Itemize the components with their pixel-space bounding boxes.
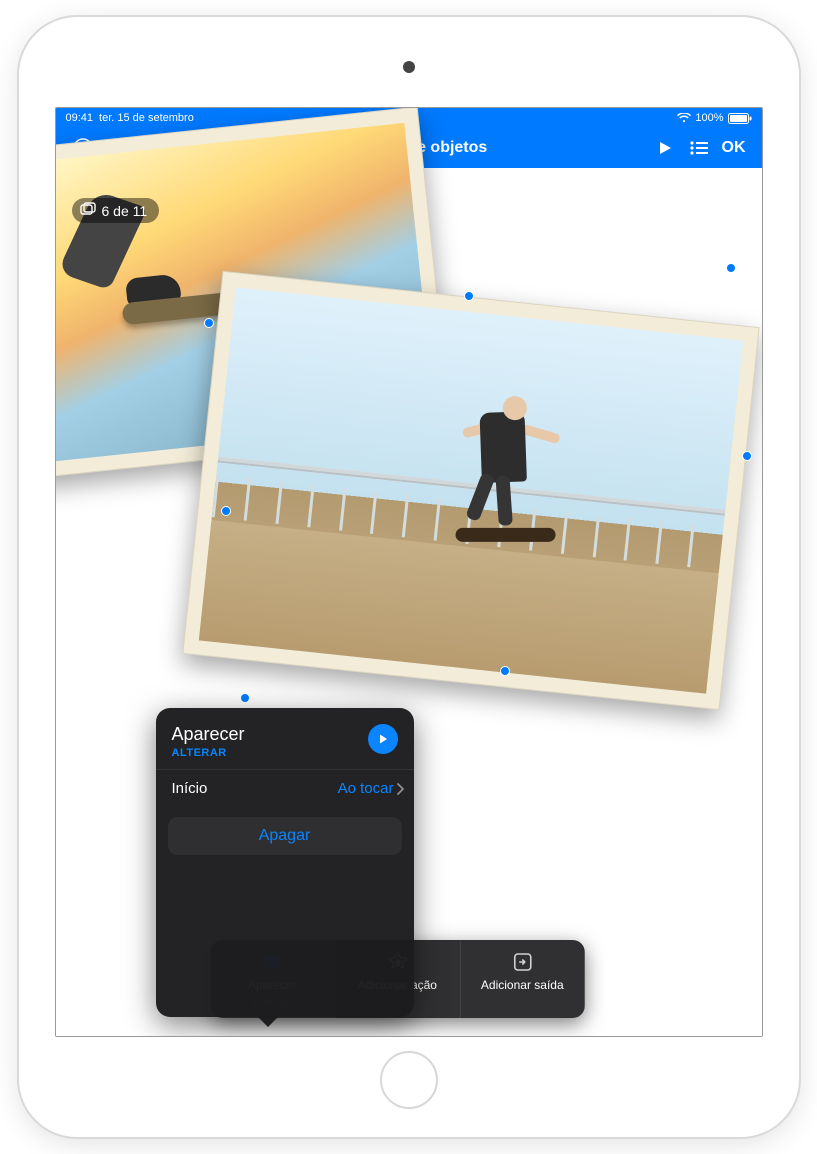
start-label: Início [172, 780, 208, 797]
selection-handle[interactable] [500, 666, 510, 676]
selection-handle[interactable] [762, 638, 763, 648]
done-button[interactable]: OK [716, 139, 752, 157]
slide-counter-label: 6 de 11 [102, 203, 148, 219]
selection-handle[interactable] [464, 291, 474, 301]
photo-object-2-selected[interactable] [182, 271, 759, 710]
build-order-button[interactable] [682, 131, 716, 165]
battery-percent: 100% [695, 112, 723, 124]
preview-play-button[interactable] [368, 724, 398, 754]
ipad-frame: 09:41 ter. 15 de setembro 100% Animar di… [19, 17, 799, 1137]
slide-canvas[interactable]: 6 de 11 [56, 168, 762, 1036]
selection-handle[interactable] [742, 451, 752, 461]
status-time: 09:41 [66, 112, 94, 124]
selection-handle[interactable] [240, 693, 250, 703]
slide-counter-badge[interactable]: 6 de 11 [72, 198, 160, 223]
start-value: Ao tocar [338, 780, 394, 797]
selection-handle[interactable] [204, 318, 214, 328]
battery-icon [728, 113, 752, 124]
start-row[interactable]: Início Ao tocar [156, 769, 414, 807]
effect-name-label: Aparecer [172, 724, 245, 745]
home-button[interactable] [380, 1051, 438, 1109]
build-out-icon [510, 950, 534, 974]
device-camera [403, 61, 415, 73]
delete-build-button[interactable]: Apagar [168, 817, 402, 855]
play-button[interactable] [648, 131, 682, 165]
selection-handle[interactable] [726, 263, 736, 273]
add-build-out-button[interactable]: Adicionar saída [460, 940, 584, 1018]
add-build-out-label: Adicionar saída [481, 978, 564, 992]
change-effect-button[interactable]: ALTERAR [172, 747, 245, 759]
slides-stack-icon [80, 202, 96, 219]
screen: 09:41 ter. 15 de setembro 100% Animar di… [55, 107, 763, 1037]
selection-handle[interactable] [221, 506, 231, 516]
build-options-popover: Aparecer ALTERAR Início Ao tocar [156, 708, 414, 1017]
wifi-icon [677, 113, 691, 123]
chevron-right-icon [396, 783, 404, 795]
status-date: ter. 15 de setembro [99, 112, 194, 124]
